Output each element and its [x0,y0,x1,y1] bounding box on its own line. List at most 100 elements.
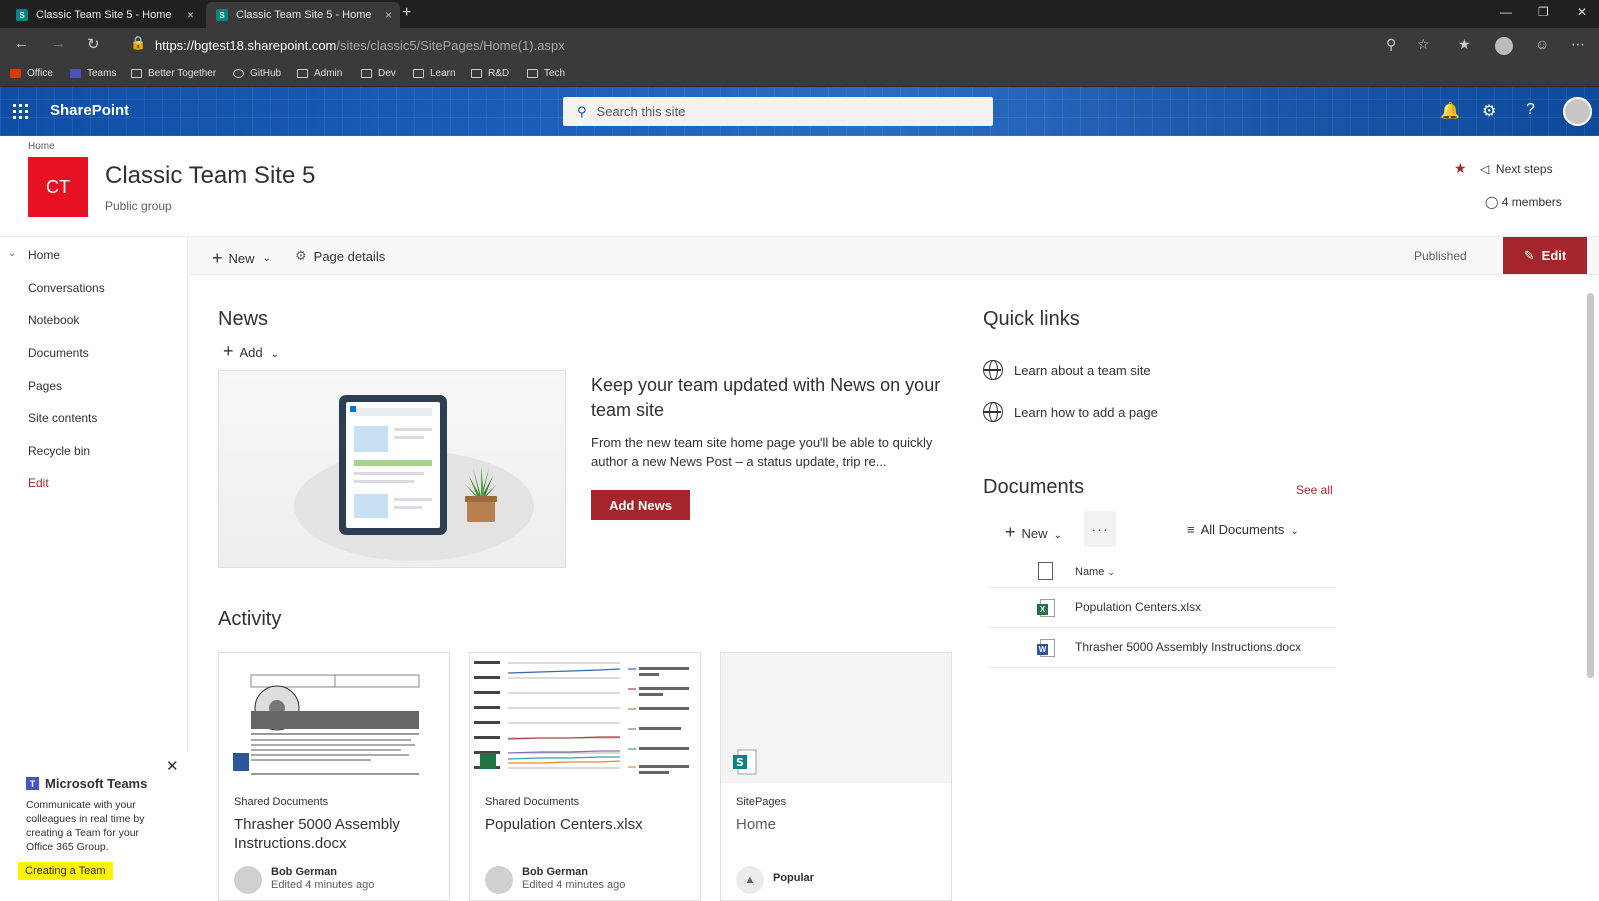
scrollbar-thumb[interactable] [1587,293,1594,678]
close-tab-icon[interactable]: × [385,8,392,22]
new-tab-button[interactable]: + [402,4,411,22]
favorites-list-icon[interactable]: ★ [1458,36,1471,53]
profile-avatar[interactable] [1495,37,1513,55]
chevron-down-icon: ⌄ [262,253,271,264]
nav-item-conversations[interactable]: Conversations [28,281,105,295]
quick-link-add-page[interactable]: Learn how to add a page [983,402,1158,422]
close-icon[interactable]: ✕ [166,757,179,775]
document-name[interactable]: Thrasher 5000 Assembly Instructions.docx [1075,640,1301,654]
card-title[interactable]: Population Centers.xlsx [485,815,690,834]
author-avatar [234,866,262,894]
refresh-icon[interactable]: ↻ [87,35,100,53]
teams-teaching-bubble: ✕ T Microsoft Teams Communicate with your… [0,752,188,901]
see-all-link[interactable]: See all [1296,483,1333,497]
nav-item-site-contents[interactable]: Site contents [28,411,97,425]
column-name-header[interactable]: Name ⌄ [1075,566,1115,578]
tablet-screen [346,402,440,528]
site-logo[interactable]: CT [28,157,88,217]
folder-icon [413,69,424,78]
url-field[interactable]: https://bgtest18.sharepoint.com/sites/cl… [155,38,565,53]
edit-button[interactable]: ✎ Edit [1503,237,1587,274]
search-box[interactable]: ⚲ Search this site [563,97,993,126]
favorite-admin[interactable]: Admin [297,68,342,79]
documents-new-button[interactable]: + New ⌄ [1005,522,1062,543]
restore-icon[interactable]: ❐ [1538,5,1549,19]
news-illustration [218,370,566,568]
members-button[interactable]: ◯ 4 members [1485,195,1562,209]
favorite-tech[interactable]: Tech [527,68,565,79]
view-selector[interactable]: ≡ All Documents ⌄ [1187,522,1299,537]
follow-star-icon[interactable]: ★ [1454,160,1467,177]
help-icon[interactable]: ? [1526,101,1535,119]
create-team-link[interactable]: Creating a Team [18,862,113,880]
pencil-icon: ✎ [1523,247,1535,263]
settings-gear-icon[interactable]: ⚙ [1482,101,1496,121]
favorite-office[interactable]: Office [10,68,53,79]
page-thumbnail: S [721,653,951,783]
card-title[interactable]: Home [736,815,941,834]
activity-card[interactable]: S SitePages Home ▲ Popular [720,652,952,901]
minimize-icon[interactable]: — [1500,5,1512,19]
office-icon [10,69,21,78]
more-options-button[interactable]: ··· [1084,511,1116,547]
document-row[interactable]: W Thrasher 5000 Assembly Instructions.do… [988,628,1336,668]
sharepoint-brand[interactable]: SharePoint [50,102,129,119]
feedback-smiley-icon[interactable]: ☺ [1535,36,1549,52]
nav-item-recycle-bin[interactable]: Recycle bin [28,444,90,458]
url-host: https://bgtest18.sharepoint.com [155,38,337,53]
favorite-learn[interactable]: Learn [413,68,456,79]
illus-line [354,472,424,475]
page-details-button[interactable]: ⚙ Page details [295,248,385,264]
chevron-down-icon: ⌄ [1107,567,1115,577]
window-close-icon[interactable]: ✕ [1577,5,1587,19]
excel-file-icon: X [1037,599,1055,617]
activity-card[interactable]: Shared Documents Thrasher 5000 Assembly … [218,652,450,901]
favorite-teams[interactable]: Teams [70,68,116,79]
quick-link-team-site[interactable]: Learn about a team site [983,360,1151,380]
site-title[interactable]: Classic Team Site 5 [105,162,315,190]
favorite-better-together[interactable]: Better Together [131,68,216,79]
nav-item-home[interactable]: Home [28,248,60,262]
zoom-icon[interactable]: ⚲ [1386,36,1396,53]
document-row[interactable]: X Population Centers.xlsx [988,588,1336,628]
chevron-down-icon[interactable]: ⌄ [8,248,16,259]
forward-icon[interactable]: → [51,35,66,52]
app-launcher-icon[interactable] [13,104,28,119]
news-add-button[interactable]: + Add ⌄ [223,341,279,362]
nav-edit-link[interactable]: Edit [28,476,49,490]
nav-item-documents[interactable]: Documents [28,346,89,360]
next-steps-button[interactable]: ◁ Next steps [1480,162,1553,176]
favorite-star-icon[interactable]: ☆ [1417,36,1430,53]
close-tab-icon[interactable]: × [187,8,194,22]
favorite-rd[interactable]: R&D [471,68,509,79]
card-edited: Edited 4 minutes ago [522,879,626,891]
author-avatar [485,866,513,894]
back-icon[interactable]: ← [14,35,29,52]
favorite-dev[interactable]: Dev [361,68,396,79]
lock-icon: 🔒 [130,35,147,50]
add-news-button[interactable]: Add News [591,490,690,520]
user-avatar[interactable] [1563,97,1592,126]
illus-line [350,406,356,412]
activity-card[interactable]: Shared Documents Population Centers.xlsx… [469,652,701,901]
notifications-bell-icon[interactable]: 🔔 [1440,101,1460,121]
document-name[interactable]: Population Centers.xlsx [1075,600,1201,614]
news-headline: Keep your team updated with News on your… [591,375,941,420]
new-button[interactable]: + New ⌄ [212,248,271,269]
svg-text:S: S [736,756,744,769]
file-type-icon[interactable] [1038,562,1053,580]
nav-item-pages[interactable]: Pages [28,379,62,393]
card-title[interactable]: Thrasher 5000 Assembly Instructions.docx [234,815,439,853]
browser-tab-active[interactable]: S Classic Team Site 5 - Home × [206,2,400,28]
teams-icon: T [26,777,39,790]
more-icon[interactable]: ⋯ [1571,36,1585,53]
card-popular: Popular [773,872,814,884]
tab-title: Classic Team Site 5 - Home [236,9,372,21]
nav-item-notebook[interactable]: Notebook [28,313,79,327]
command-bar: + New ⌄ ⚙ Page details Published ✎ Edit [189,237,1599,275]
excel-chart-preview [470,653,700,783]
browser-tab[interactable]: S Classic Team Site 5 - Home × [6,2,202,28]
breadcrumb[interactable]: Home [28,141,55,152]
favorite-github[interactable]: GitHub [233,68,281,79]
illus-line [394,436,424,439]
